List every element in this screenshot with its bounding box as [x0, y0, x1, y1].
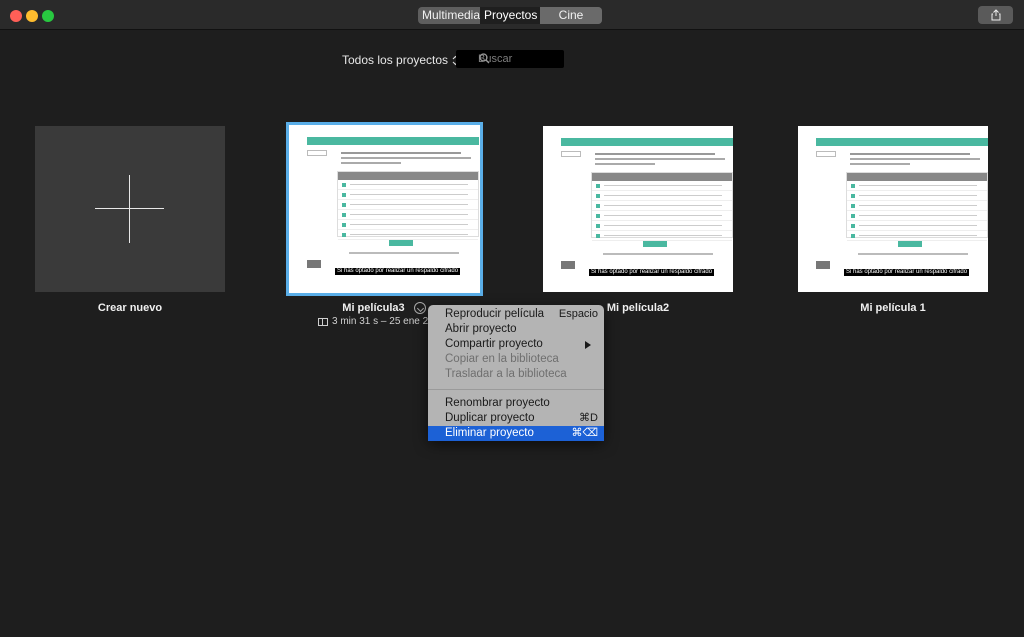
search-icon [479, 53, 490, 64]
tab-proyectos[interactable]: Proyectos [480, 7, 540, 24]
menu-shortcut: Espacio [558, 308, 598, 320]
menu-item-label: Compartir proyecto [445, 338, 543, 350]
menu-item-open-project[interactable]: Abrir proyecto [428, 322, 604, 337]
menu-item-move-to-library: Trasladar a la biblioteca [428, 367, 604, 382]
menu-item-label: Copiar en la biblioteca [445, 353, 559, 365]
project-meta-1: 3 min 31 s – 25 ene 20 [318, 316, 434, 327]
menu-item-label: Reproducir película [445, 308, 545, 320]
menu-item-label: Duplicar proyecto [445, 412, 535, 424]
menu-item-label: Renombrar proyecto [445, 397, 550, 409]
menu-item-rename-project[interactable]: Renombrar proyecto [428, 396, 604, 411]
menu-item-duplicate-project[interactable]: Duplicar proyecto ⌘D [428, 411, 604, 426]
menu-item-delete-project[interactable]: Eliminar proyecto ⌘⌫ [428, 426, 604, 441]
share-button[interactable] [978, 6, 1013, 24]
tab-cine[interactable]: Cine [540, 7, 602, 24]
thumbnail-caption: Si has optado por realizar un respaldo c… [589, 269, 715, 276]
menu-item-label: Abrir proyecto [445, 323, 517, 335]
title-bar: Multimedia Proyectos Cine [0, 0, 1024, 30]
zoom-window-button[interactable] [42, 10, 54, 22]
create-new-label: Crear nuevo [97, 302, 163, 314]
project-title-3[interactable]: Mi película 1 [798, 302, 988, 314]
tab-multimedia[interactable]: Multimedia [418, 7, 480, 24]
view-switcher: Multimedia Proyectos Cine [418, 7, 602, 24]
search-input[interactable] [478, 53, 558, 65]
project-thumbnail-3[interactable]: Si has optado por realizar un respaldo c… [798, 126, 988, 292]
share-icon [991, 9, 1000, 21]
menu-item-copy-to-library: Copiar en la biblioteca [428, 352, 604, 367]
menu-item-label: Eliminar proyecto [445, 427, 534, 439]
menu-item-play-movie[interactable]: Reproducir película Espacio [428, 307, 604, 322]
thumbnail-caption: Si has optado por realizar un respaldo c… [335, 268, 461, 275]
project-context-menu: Reproducir película Espacio Abrir proyec… [428, 305, 604, 441]
submenu-arrow-icon [585, 341, 591, 349]
menu-shortcut: ⌘⌫ [571, 427, 598, 439]
chevron-down-circle-icon[interactable] [413, 302, 426, 315]
project-thumbnail-2[interactable]: Si has optado por realizar un respaldo c… [543, 126, 733, 292]
menu-item-label: Trasladar a la biblioteca [445, 368, 567, 380]
search-field[interactable] [456, 50, 564, 68]
film-icon [318, 317, 328, 326]
project-name: Mi película3 [342, 302, 405, 314]
create-new-tile[interactable] [35, 126, 225, 292]
menu-item-share-project[interactable]: Compartir proyecto [428, 337, 604, 352]
project-duration-date: 3 min 31 s – 25 ene 20 [332, 316, 434, 327]
menu-separator [428, 389, 604, 390]
minimize-window-button[interactable] [26, 10, 38, 22]
menu-shortcut: ⌘D [579, 412, 598, 424]
close-window-button[interactable] [10, 10, 22, 22]
project-thumbnail-1[interactable]: Si has optado por realizar un respaldo c… [286, 122, 483, 296]
filter-label: Todos los proyectos [342, 53, 449, 67]
thumbnail-caption: Si has optado por realizar un respaldo c… [844, 269, 970, 276]
project-filter-dropdown[interactable]: Todos los proyectos [342, 53, 459, 67]
